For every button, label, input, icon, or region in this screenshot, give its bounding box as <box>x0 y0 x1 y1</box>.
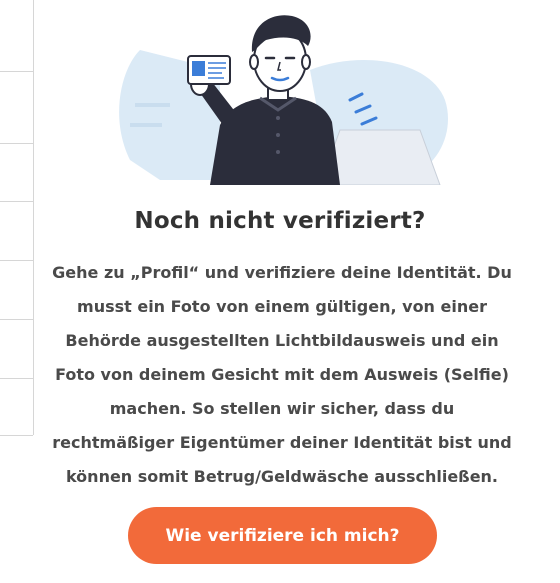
list-row-divider <box>0 435 33 436</box>
page-title: Noch nicht verifiziert? <box>134 208 426 234</box>
list-row-divider <box>0 319 33 320</box>
list-row-divider <box>0 71 33 72</box>
list-row-divider <box>0 260 33 261</box>
list-row-divider <box>0 201 33 202</box>
verification-description: Gehe zu „Profil“ und verifiziere deine I… <box>52 263 512 486</box>
id-card-icon <box>187 55 231 85</box>
person-illustration <box>119 15 448 186</box>
verification-illustration <box>100 10 460 186</box>
list-row-divider <box>0 378 33 379</box>
list-row-divider <box>0 143 33 144</box>
how-to-verify-button[interactable]: Wie verifiziere ich mich? <box>128 507 437 564</box>
